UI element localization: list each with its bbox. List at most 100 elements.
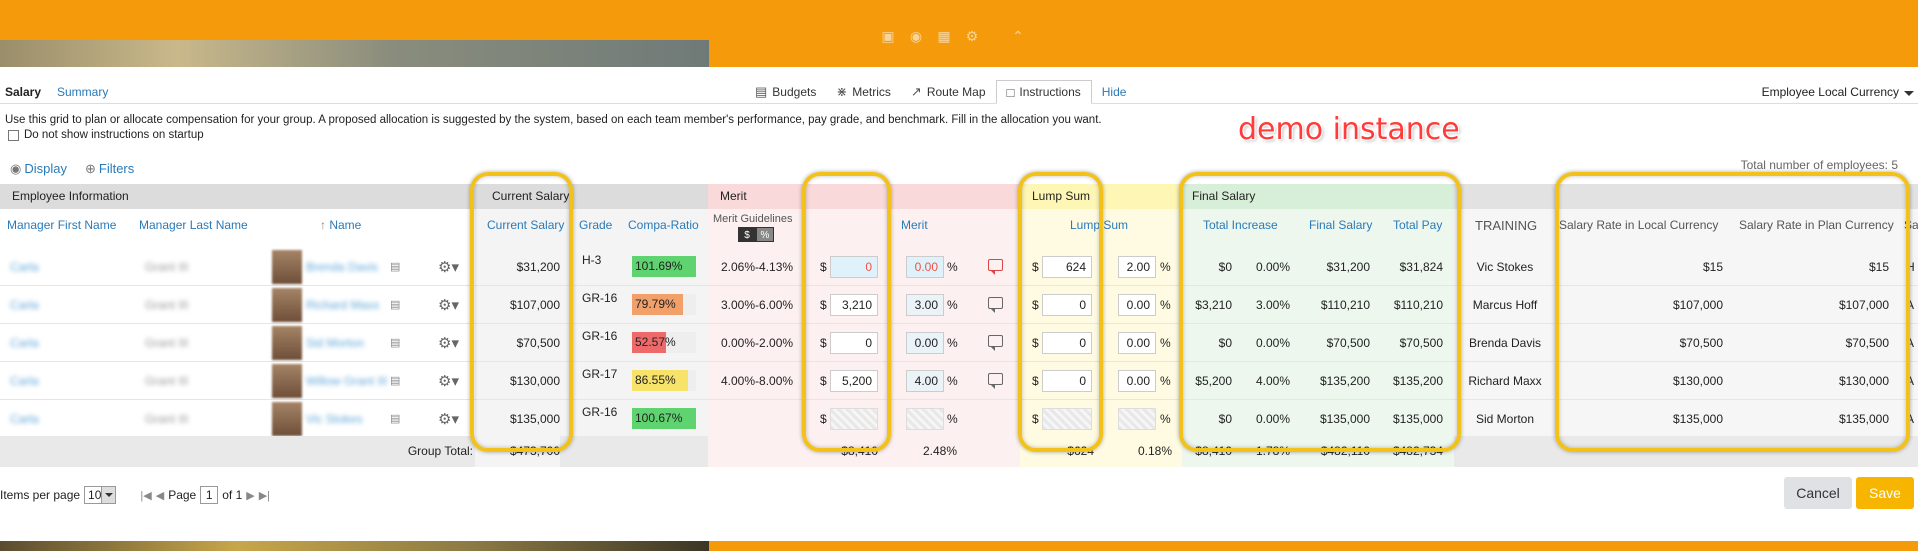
- tab-salary[interactable]: Salary: [5, 85, 41, 99]
- hide-link[interactable]: Hide: [1092, 80, 1137, 104]
- col-merit-guidelines: Merit Guidelines: [713, 213, 793, 225]
- comment-icon[interactable]: [988, 373, 1003, 389]
- comment-icon[interactable]: [988, 259, 1003, 275]
- globe-icon[interactable]: ◉: [908, 28, 924, 44]
- metrics-button[interactable]: ⋇ Metrics: [826, 80, 901, 104]
- toggle-percent[interactable]: %: [756, 227, 774, 242]
- budgets-button[interactable]: ▤ Budgets: [745, 80, 826, 104]
- lump-sum-amount-input[interactable]: 624: [1042, 256, 1092, 278]
- chevron-up-icon[interactable]: ⌃: [1010, 28, 1026, 44]
- manager-first-name[interactable]: Carla: [10, 286, 90, 324]
- filters-link[interactable]: ⊕ Filters: [85, 161, 134, 177]
- manager-first-name[interactable]: Carla: [10, 324, 90, 362]
- route-map-button[interactable]: ↗ Route Map: [901, 80, 996, 104]
- next-page-icon[interactable]: ▶: [246, 489, 254, 502]
- merit-amount-input[interactable]: 5,200: [830, 370, 878, 392]
- display-link[interactable]: ◉ Display: [10, 161, 67, 177]
- employee-name[interactable]: Vic Stokes: [306, 400, 386, 438]
- items-per-page-select[interactable]: 10: [84, 486, 117, 504]
- gear-dropdown-icon[interactable]: ⚙▾: [438, 296, 459, 314]
- cancel-button[interactable]: Cancel: [1784, 477, 1852, 509]
- manager-first-name[interactable]: Carla: [10, 362, 90, 400]
- lump-sum-percent-input[interactable]: 2.00: [1118, 256, 1156, 278]
- grid-icon[interactable]: ▦: [936, 28, 952, 44]
- current-salary: $130,000: [509, 374, 560, 388]
- col-training[interactable]: TRAINING: [1475, 218, 1537, 233]
- toggle-dollar[interactable]: $: [738, 227, 756, 242]
- instructions-button[interactable]: □ Instructions: [995, 80, 1092, 104]
- col-total-increase[interactable]: Total Increase: [1203, 218, 1278, 232]
- col-manager-last[interactable]: Manager Last Name: [139, 218, 248, 232]
- merit-percent-input[interactable]: [906, 408, 944, 430]
- id-card-icon[interactable]: ▤: [390, 248, 400, 286]
- merit-amount-input[interactable]: 0: [830, 332, 878, 354]
- merit-percent-input[interactable]: 0.00: [906, 332, 944, 354]
- instructions-text: Use this grid to plan or allocate compen…: [5, 114, 1102, 126]
- lump-sum-percent-input[interactable]: 0.00: [1118, 294, 1156, 316]
- id-card-icon[interactable]: ▤: [390, 324, 400, 362]
- col-merit[interactable]: Merit: [901, 218, 928, 232]
- last-page-icon[interactable]: ▶|: [259, 489, 270, 502]
- items-per-page-label: Items per page: [0, 488, 81, 502]
- sa-value: H: [1906, 260, 1915, 274]
- tab-summary[interactable]: Summary: [57, 85, 108, 99]
- gear-dropdown-icon[interactable]: ⚙▾: [438, 372, 459, 390]
- col-rate-local[interactable]: Salary Rate in Local Currency: [1559, 218, 1718, 232]
- col-compa-ratio[interactable]: Compa-Ratio: [628, 218, 699, 232]
- save-button[interactable]: Save: [1856, 477, 1914, 509]
- col-total-pay[interactable]: Total Pay: [1393, 218, 1442, 232]
- lump-sum-amount-input[interactable]: [1042, 408, 1092, 430]
- col-manager-first[interactable]: Manager First Name: [7, 218, 116, 232]
- employee-name[interactable]: Brenda Davis: [306, 248, 386, 286]
- pager: Items per page 10 |◀ ◀ Page 1 of 1 ▶ ▶|: [0, 486, 270, 504]
- startup-checkbox-row[interactable]: Do not show instructions on startup: [8, 129, 204, 141]
- gear-dropdown-icon[interactable]: ⚙▾: [438, 410, 459, 428]
- currency-symbol: $: [820, 412, 827, 426]
- page-input[interactable]: 1: [200, 486, 219, 504]
- merit-percent-input[interactable]: 0.00: [906, 256, 944, 278]
- lump-sum-percent-input[interactable]: 0.00: [1118, 332, 1156, 354]
- lump-sum-amount-input[interactable]: 0: [1042, 294, 1092, 316]
- currency-dropdown[interactable]: Employee Local Currency: [1762, 85, 1914, 99]
- col-rate-plan[interactable]: Salary Rate in Plan Currency: [1739, 218, 1894, 232]
- employee-name[interactable]: Willow Grant III: [306, 362, 387, 400]
- checkbox[interactable]: [8, 129, 19, 141]
- merit-amount-input[interactable]: 3,210: [830, 294, 878, 316]
- first-page-icon[interactable]: |◀: [140, 489, 151, 502]
- id-card-icon[interactable]: ▤: [390, 400, 400, 438]
- lump-sum-amount-input[interactable]: 0: [1042, 370, 1092, 392]
- merit-amount-input[interactable]: 0: [830, 256, 878, 278]
- document-icon[interactable]: ▣: [880, 28, 896, 44]
- gear-dropdown-icon[interactable]: ⚙▾: [438, 258, 459, 276]
- col-grade[interactable]: Grade: [579, 218, 612, 232]
- total-lump-percent: 0.18%: [1137, 444, 1172, 458]
- comment-icon[interactable]: [988, 297, 1003, 313]
- lump-sum-percent-input[interactable]: [1118, 408, 1156, 430]
- merit-amount-input[interactable]: [830, 408, 878, 430]
- gear-icon[interactable]: ⚙: [964, 28, 980, 44]
- currency-toggle[interactable]: $ %: [738, 227, 774, 242]
- col-lump-sum[interactable]: Lump Sum: [1070, 218, 1128, 232]
- employee-name[interactable]: Sid Morton: [306, 324, 386, 362]
- manager-first-name[interactable]: Carla: [10, 400, 90, 438]
- merit-guideline: 2.06%-4.13%: [721, 260, 794, 274]
- lump-sum-amount-input[interactable]: 0: [1042, 332, 1092, 354]
- col-current-salary[interactable]: Current Salary: [487, 218, 564, 232]
- comment-icon[interactable]: [988, 335, 1003, 351]
- id-card-icon[interactable]: ▤: [390, 286, 400, 324]
- lump-sum-percent-input[interactable]: 0.00: [1118, 370, 1156, 392]
- col-final-salary[interactable]: Final Salary: [1309, 218, 1372, 232]
- share-icon: ⋇: [836, 84, 848, 99]
- manager-first-name[interactable]: Carla: [10, 248, 90, 286]
- id-card-icon[interactable]: ▤: [390, 362, 400, 400]
- merit-percent-input[interactable]: 3.00: [906, 294, 944, 316]
- current-salary: $70,500: [516, 336, 560, 350]
- employee-name[interactable]: Richard Maxx: [306, 286, 386, 324]
- col-sa[interactable]: Sa: [1904, 218, 1918, 232]
- col-name[interactable]: ↑ Name: [320, 218, 361, 232]
- group-employee-info: Employee Information: [12, 189, 129, 203]
- prev-page-icon[interactable]: ◀: [156, 489, 164, 502]
- gear-dropdown-icon[interactable]: ⚙▾: [438, 334, 459, 352]
- merit-percent-input[interactable]: 4.00: [906, 370, 944, 392]
- bottom-banner-photo: [0, 541, 709, 551]
